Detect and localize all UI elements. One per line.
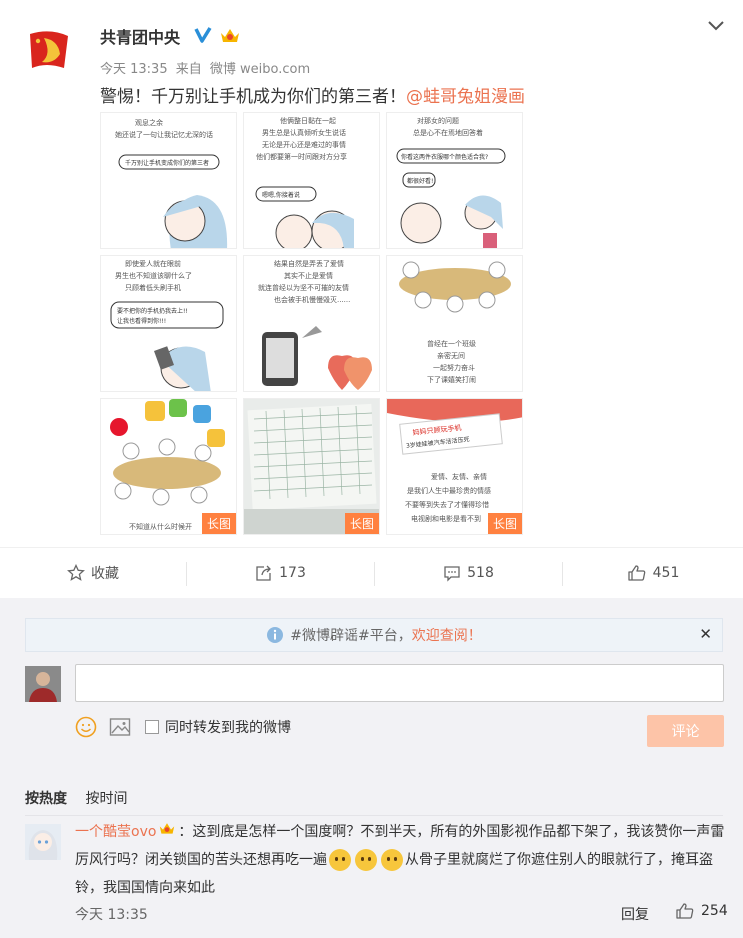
action-bar: 收藏 173 518 451 xyxy=(0,547,743,598)
svg-text:亲密无间: 亲密无间 xyxy=(437,351,465,360)
commenter-name[interactable]: 一个酷莹ovo xyxy=(75,824,156,840)
svg-text:他们都要第一时间跟对方分享: 他们都要第一时间跟对方分享 xyxy=(256,152,347,161)
svg-text:不知道从什么时候开: 不知道从什么时候开 xyxy=(129,522,192,531)
image-tile-4[interactable]: 即使爱人就在眼前 男生也不知道该聊什么了 只顾着低头刷手机 要不把你的手机扔我去… xyxy=(100,255,237,392)
image-tile-1[interactable]: 观息之余 她还说了一句让我记忆尤深的话 千万别让手机变成你们的第三者 xyxy=(100,112,237,249)
svg-text:不要等到失去了才懂得珍惜: 不要等到失去了才懂得珍惜 xyxy=(405,500,489,509)
svg-text:是我们人生中最珍贵的情感: 是我们人生中最珍贵的情感 xyxy=(407,486,491,495)
like-count: 451 xyxy=(652,565,680,581)
star-icon xyxy=(67,564,85,582)
svg-text:一起努力奋斗: 一起努力奋斗 xyxy=(433,363,475,372)
repost-count: 173 xyxy=(279,565,306,581)
verified-icon xyxy=(193,25,213,49)
svg-text:即使爱人就在眼前: 即使爱人就在眼前 xyxy=(125,259,181,268)
comment-count: 518 xyxy=(467,565,494,581)
thumbs-up-icon xyxy=(627,564,647,582)
commenter-avatar[interactable] xyxy=(25,824,61,860)
share-icon xyxy=(255,564,273,582)
svg-text:无论是开心还是难过的事情: 无论是开心还是难过的事情 xyxy=(262,140,346,149)
svg-text:其实不止是爱情: 其实不止是爱情 xyxy=(284,271,333,280)
submit-comment-button[interactable]: 评论 xyxy=(647,715,724,747)
svg-text:总是心不在焉地回答着: 总是心不在焉地回答着 xyxy=(413,128,483,137)
close-icon[interactable]: ✕ xyxy=(699,625,712,643)
svg-text:也会被手机慢慢毁灭......: 也会被手机慢慢毁灭...... xyxy=(274,295,350,304)
image-grid: 观息之余 她还说了一句让我记忆尤深的话 千万别让手机变成你们的第三者 他俩整日黏… xyxy=(100,112,523,537)
comment-icon xyxy=(443,564,461,582)
sync-checkbox[interactable] xyxy=(145,720,159,734)
post-meta: 今天 13:35 来自 微博 weibo.com xyxy=(100,58,314,77)
rumor-notice: #微博辟谣#平台， 欢迎查阅！ ✕ xyxy=(25,618,723,652)
vip-crown-icon xyxy=(158,818,176,846)
info-icon xyxy=(266,626,284,644)
comment-button[interactable]: 518 xyxy=(375,548,562,598)
svg-text:要不把你的手机扔我去上!!: 要不把你的手机扔我去上!! xyxy=(117,307,188,315)
mention-link[interactable]: @蛙哥兔姐漫画 xyxy=(406,87,525,107)
repost-button[interactable]: 173 xyxy=(187,548,374,598)
image-tile-7[interactable]: 不知道从什么时候开 长图 xyxy=(100,398,237,535)
comment-input[interactable] xyxy=(75,664,724,702)
comment-like-button[interactable]: 254 xyxy=(675,902,728,920)
image-tile-3[interactable]: 对那女的问题 总是心不在焉地回答着 你看这两件衣服哪个颜色适合我? 都很好看! xyxy=(386,112,523,249)
post-time[interactable]: 今天 13:35 xyxy=(100,62,168,77)
post-source[interactable]: 微博 weibo.com xyxy=(210,62,310,77)
comment-like-count: 254 xyxy=(701,903,728,919)
svg-text:你看这两件衣服哪个颜色适合我?: 你看这两件衣服哪个颜色适合我? xyxy=(401,153,488,161)
svg-text:观息之余: 观息之余 xyxy=(135,118,163,127)
image-tile-6[interactable]: 曾经在一个班级 亲密无间 一起努力奋斗 下了课嬉笑打闹 xyxy=(386,255,523,392)
notice-accent[interactable]: 欢迎查阅！ xyxy=(412,625,482,645)
sync-label: 同时转发到我的微博 xyxy=(165,720,291,736)
comment-time: 今天 13:35 xyxy=(75,907,148,923)
svg-text:嗯嗯,你接着说: 嗯嗯,你接着说 xyxy=(262,191,300,199)
favorite-button[interactable]: 收藏 xyxy=(0,548,186,598)
svg-text:下了课嬉笑打闹: 下了课嬉笑打闹 xyxy=(427,375,476,384)
smile-emoji-icon xyxy=(355,849,377,871)
svg-text:对那女的问题: 对那女的问题 xyxy=(417,116,459,125)
svg-text:千万别让手机变成你们的第三者: 千万别让手机变成你们的第三者 xyxy=(125,159,209,167)
smile-emoji-icon xyxy=(381,849,403,871)
svg-text:就连曾经以为坚不可摧的友情: 就连曾经以为坚不可摧的友情 xyxy=(258,283,349,292)
favorite-label: 收藏 xyxy=(91,566,119,582)
image-tile-5[interactable]: 结果自然是弄丢了爱情 其实不止是爱情 就连曾经以为坚不可摧的友情 也会被手机慢慢… xyxy=(243,255,380,392)
post-body: 警惕！千万别让手机成为你们的第三者！ xyxy=(100,87,406,107)
image-tile-9[interactable]: 妈妈只顾玩手机 3岁娃娃被汽车活活压死 爱情、友情、亲情 是我们人生中最珍贵的情… xyxy=(386,398,523,535)
svg-text:让我也看得到你!!!: 让我也看得到你!!! xyxy=(117,317,166,325)
sort-time-tab[interactable]: 按时间 xyxy=(85,791,127,807)
vip-crown-icon xyxy=(219,25,241,49)
svg-text:爱情、友情、亲情: 爱情、友情、亲情 xyxy=(431,472,487,481)
reply-button[interactable]: 回复 xyxy=(621,904,649,924)
image-tile-2[interactable]: 他俩整日黏在一起 男生总是认真倾听女生说话 无论是开心还是难过的事情 他们都要第… xyxy=(243,112,380,249)
avatar[interactable] xyxy=(24,24,76,76)
svg-text:结果自然是弄丢了爱情: 结果自然是弄丢了爱情 xyxy=(274,259,344,268)
source-prefix: 来自 xyxy=(175,62,202,77)
comment-area: #微博辟谣#平台， 欢迎查阅！ ✕ 同时转发到我的微博 评论 按热度 按时间 一… xyxy=(0,598,743,938)
my-avatar[interactable] xyxy=(25,666,61,702)
long-image-tag: 长图 xyxy=(344,513,379,534)
svg-text:男生也不知道该聊什么了: 男生也不知道该聊什么了 xyxy=(115,271,192,280)
long-image-tag: 长图 xyxy=(487,513,522,534)
post-text: 警惕！千万别让手机成为你们的第三者！@蛙哥兔姐漫画 xyxy=(100,82,525,107)
comment-tools: 同时转发到我的微博 xyxy=(75,716,291,738)
divider xyxy=(25,815,723,816)
sort-hot-tab[interactable]: 按热度 xyxy=(25,791,67,807)
like-button[interactable]: 451 xyxy=(563,548,743,598)
comment-text: 一个酷莹ovo ：这到底是怎样一个国度啊？不到半天，所有的外国影视作品都下架了，我… xyxy=(75,818,727,902)
svg-text:他俩整日黏在一起: 他俩整日黏在一起 xyxy=(280,116,336,125)
username[interactable]: 共青团中央 xyxy=(100,24,180,48)
image-tile-8[interactable]: 长图 xyxy=(243,398,380,535)
svg-text:都很好看!: 都很好看! xyxy=(407,177,433,185)
long-image-tag: 长图 xyxy=(201,513,236,534)
svg-text:电视剧和电影是看不到: 电视剧和电影是看不到 xyxy=(411,514,481,523)
emoji-icon[interactable] xyxy=(75,716,97,738)
thumbs-up-icon xyxy=(675,902,695,920)
notice-link[interactable]: #微博辟谣#平台， xyxy=(290,625,411,645)
svg-text:她还说了一句让我记忆尤深的话: 她还说了一句让我记忆尤深的话 xyxy=(115,130,213,139)
image-icon[interactable] xyxy=(109,717,131,737)
comment-sort: 按热度 按时间 xyxy=(25,788,127,808)
svg-text:男生总是认真倾听女生说话: 男生总是认真倾听女生说话 xyxy=(262,128,346,137)
svg-text:曾经在一个班级: 曾经在一个班级 xyxy=(427,339,476,348)
weibo-card: 共青团中央 今天 13:35 来自 微博 weibo.com 警惕！千万别让手机… xyxy=(0,0,743,938)
chevron-down-icon[interactable] xyxy=(706,18,726,38)
svg-text:只顾着低头刷手机: 只顾着低头刷手机 xyxy=(125,283,181,292)
smile-emoji-icon xyxy=(329,849,351,871)
